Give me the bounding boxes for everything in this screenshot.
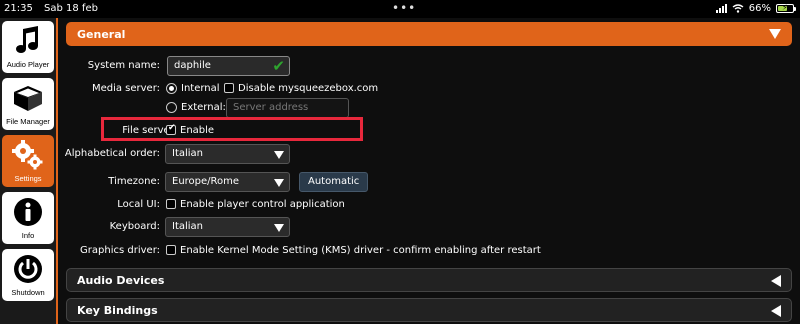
status-bar: 21:35 Sab 18 feb ••• 66% ⚡ xyxy=(0,0,800,18)
keyboard-select[interactable]: Italian xyxy=(165,217,290,237)
system-name-value: daphile xyxy=(174,60,211,71)
sidebar-item-info[interactable]: Info xyxy=(2,192,54,244)
section-title: Key Bindings xyxy=(77,304,158,317)
media-server-label: Media server: xyxy=(91,83,160,94)
charging-bolt-icon: ⚡ xyxy=(782,3,788,12)
valid-checkmark-icon: ✔ xyxy=(272,57,285,75)
alphabetical-order-value: Italian xyxy=(172,148,204,159)
music-note-icon xyxy=(2,25,54,57)
sidebar-item-label: Audio Player xyxy=(6,60,50,69)
status-time: 21:35 xyxy=(4,3,33,14)
gears-icon xyxy=(2,139,54,171)
server-address-placeholder: Server address xyxy=(233,102,309,113)
system-name-label: System name: xyxy=(87,60,160,71)
general-section-header[interactable]: General xyxy=(66,22,792,46)
cellular-signal-icon xyxy=(715,4,727,13)
system-name-field[interactable]: daphile ✔ xyxy=(167,56,290,76)
settings-content: General System name: daphile ✔ Media ser… xyxy=(58,18,800,324)
power-icon xyxy=(2,253,54,285)
sidebar-item-label: Settings xyxy=(14,174,42,183)
chevron-down-icon xyxy=(274,179,284,187)
status-left: 21:35 Sab 18 feb xyxy=(4,3,106,14)
status-right: 66% ⚡ xyxy=(715,3,796,14)
keyboard-value: Italian xyxy=(172,221,204,232)
sidebar: Audio Player File Manager Settings Info … xyxy=(0,18,58,324)
status-date: Sab 18 feb xyxy=(44,3,98,14)
server-address-input[interactable]: Server address xyxy=(226,98,349,118)
graphics-driver-checkbox[interactable] xyxy=(166,245,176,255)
internal-radio[interactable] xyxy=(166,83,177,94)
timezone-value: Europe/Rome xyxy=(172,176,240,187)
local-ui-label: Local UI: xyxy=(117,199,160,210)
chevron-down-icon xyxy=(274,224,284,232)
chevron-down-icon xyxy=(274,151,284,159)
internal-label: Internal xyxy=(181,83,220,94)
external-radio[interactable] xyxy=(166,102,177,113)
info-icon xyxy=(2,196,54,228)
sidebar-item-audio-player[interactable]: Audio Player xyxy=(2,21,54,73)
sidebar-item-shutdown[interactable]: Shutdown xyxy=(2,249,54,301)
wifi-icon xyxy=(732,4,744,13)
alphabetical-order-select[interactable]: Italian xyxy=(165,144,290,164)
sidebar-item-file-manager[interactable]: File Manager xyxy=(2,78,54,130)
disable-mysqueezebox-checkbox[interactable] xyxy=(224,83,234,93)
local-ui-option-label: Enable player control application xyxy=(180,199,345,210)
automatic-button[interactable]: Automatic xyxy=(299,172,369,192)
key-bindings-section-header[interactable]: Key Bindings xyxy=(66,298,792,322)
section-title: General xyxy=(77,28,126,41)
drive-box-icon xyxy=(2,82,54,114)
graphics-driver-option-label: Enable Kernel Mode Setting (KMS) driver … xyxy=(180,245,541,256)
multitasking-dots-icon[interactable]: ••• xyxy=(392,1,416,15)
expand-arrow-icon xyxy=(771,305,781,317)
graphics-driver-label: Graphics driver: xyxy=(80,245,160,256)
battery-percent: 66% xyxy=(748,3,771,14)
annotation-highlight-box xyxy=(101,117,363,141)
collapse-arrow-icon xyxy=(769,29,781,39)
keyboard-label: Keyboard: xyxy=(109,221,160,232)
audio-devices-section-header[interactable]: Audio Devices xyxy=(66,268,792,292)
timezone-select[interactable]: Europe/Rome xyxy=(165,172,290,192)
sidebar-item-label: File Manager xyxy=(6,117,50,126)
sidebar-item-label: Info xyxy=(21,231,35,240)
expand-arrow-icon xyxy=(771,275,781,287)
local-ui-checkbox[interactable] xyxy=(166,199,176,209)
sidebar-item-settings[interactable]: Settings xyxy=(2,135,54,187)
battery-icon: ⚡ xyxy=(776,3,796,13)
sidebar-item-label: Shutdown xyxy=(11,288,45,297)
section-title: Audio Devices xyxy=(77,274,165,287)
external-label: External: xyxy=(181,102,226,113)
disable-mysqueezebox-label: Disable mysqueezebox.com xyxy=(238,83,379,94)
timezone-label: Timezone: xyxy=(108,176,160,187)
alphabetical-order-label: Alphabetical order: xyxy=(64,148,160,159)
